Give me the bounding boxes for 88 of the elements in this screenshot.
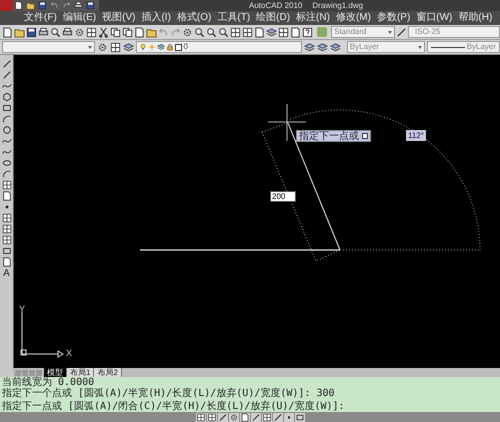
dropdown-arrow-icon [388, 30, 392, 34]
color-swatch-icon [175, 44, 182, 50]
gear-icon[interactable] [228, 412, 238, 422]
layout-tab[interactable]: 布局2 [94, 368, 122, 377]
menu-item[interactable]: 修改(M) [334, 12, 373, 24]
menu-item[interactable]: 参数(P) [374, 12, 412, 24]
menu-item[interactable]: 窗口(W) [414, 12, 454, 24]
menu-item[interactable]: 视图(V) [100, 12, 138, 24]
printer-icon[interactable] [38, 26, 49, 38]
text-tool-button[interactable]: A [3, 268, 10, 279]
layer-dropdown[interactable]: 0 [136, 41, 302, 53]
help-icon[interactable] [302, 26, 313, 38]
bulb-icon[interactable] [139, 43, 148, 51]
rectangle-icon[interactable] [2, 246, 12, 256]
dropdown-arrow-icon [88, 46, 92, 48]
menu-item[interactable]: 文件(F) [22, 12, 59, 24]
line-icon[interactable] [396, 26, 407, 38]
angle-tooltip: 112° [406, 130, 426, 141]
scissors-icon[interactable] [98, 26, 109, 38]
window-title: AutoCAD 2010 [249, 0, 302, 10]
dropdown-arrow-icon [418, 46, 422, 48]
copy-icon[interactable] [122, 26, 133, 38]
lock-icon[interactable] [166, 43, 174, 51]
rectangle-icon[interactable] [294, 412, 304, 422]
magnifier-icon[interactable] [218, 26, 229, 38]
grid-icon[interactable] [2, 180, 12, 190]
gear-icon[interactable] [97, 42, 108, 52]
layers-icon[interactable] [304, 42, 315, 52]
magnifier-icon[interactable] [50, 26, 61, 38]
undo-icon[interactable] [50, 1, 59, 10]
layers-icon[interactable] [266, 26, 277, 38]
menu-item[interactable]: 编辑(E) [60, 12, 98, 24]
grid-icon[interactable] [262, 412, 272, 422]
menu-item[interactable]: 插入(I) [139, 12, 173, 24]
layers-icon[interactable] [123, 42, 134, 52]
grid-icon[interactable] [278, 26, 289, 38]
document-title: Drawing1.dwg [312, 0, 364, 10]
menu-item[interactable]: 帮助(H) [456, 12, 494, 24]
grid-icon[interactable] [196, 412, 206, 422]
grid-icon[interactable] [2, 213, 12, 223]
grid-icon[interactable] [110, 42, 122, 52]
rectangle-icon[interactable] [2, 103, 12, 113]
command-line-text: 指定下一个点或 [圆弧(A)/半宽(H)/长度(L)/放弃(U)/宽度(W)]: 300 [2, 388, 336, 399]
drawing-canvas[interactable]: 指定下一点或 112° 200 Y X [14, 55, 500, 368]
grid-icon[interactable] [206, 412, 216, 422]
grid-icon[interactable] [2, 224, 12, 234]
grid-icon[interactable] [230, 26, 241, 38]
gear-icon[interactable] [74, 26, 85, 38]
command-line-text: 指定下一点或 [圆弧(A)/闭合(C)/半宽(H)/长度(L)/放弃(U)/宽度(W)]: [2, 401, 346, 412]
ucs-x-label: X [66, 348, 72, 358]
prompt-text: 指定下一点或 [299, 130, 359, 142]
arc-icon[interactable] [2, 114, 12, 124]
linetype-sample-icon [430, 46, 465, 48]
menu-item[interactable]: 绘图(D) [254, 12, 292, 24]
printer-icon[interactable] [74, 1, 83, 10]
layers-icon[interactable] [157, 43, 166, 51]
line-icon[interactable] [250, 412, 260, 422]
copy-icon[interactable] [110, 26, 121, 38]
line-icon[interactable] [2, 59, 12, 69]
length-input-field[interactable]: 200 [270, 191, 296, 202]
layout-tab[interactable]: 模型 [44, 368, 67, 377]
ucs-y-label: Y [19, 304, 26, 314]
line-icon[interactable] [2, 70, 12, 80]
grid-icon[interactable] [2, 235, 12, 245]
menu-item[interactable]: 工具(T) [215, 12, 252, 24]
magnifier-icon[interactable] [206, 26, 217, 38]
menu-item[interactable]: 格式(O) [174, 12, 214, 24]
magnifier-icon[interactable] [194, 26, 205, 38]
command-line-text: 当前线宽为 0.0000 [2, 377, 96, 388]
ucs-icon [20, 312, 64, 358]
printer-icon[interactable] [62, 26, 73, 38]
line-icon[interactable] [272, 412, 282, 422]
layout-tab[interactable]: 布局1 [67, 368, 94, 377]
document-icon[interactable] [2, 257, 12, 267]
circle-icon[interactable] [2, 125, 12, 135]
grid-icon[interactable] [242, 26, 253, 38]
document-icon[interactable] [240, 412, 250, 422]
ellipse-icon[interactable] [2, 158, 12, 168]
document-icon[interactable] [2, 191, 12, 201]
grid-icon[interactable] [86, 26, 97, 38]
redo-icon[interactable] [62, 1, 71, 10]
line-icon[interactable] [218, 412, 228, 422]
menu-item[interactable]: 标注(N) [294, 12, 332, 24]
layers-icon[interactable] [316, 42, 328, 52]
layers-icon[interactable] [330, 42, 341, 52]
arc-icon[interactable] [2, 169, 12, 179]
gear-icon[interactable] [182, 26, 193, 38]
hexagon-icon[interactable] [2, 92, 12, 102]
